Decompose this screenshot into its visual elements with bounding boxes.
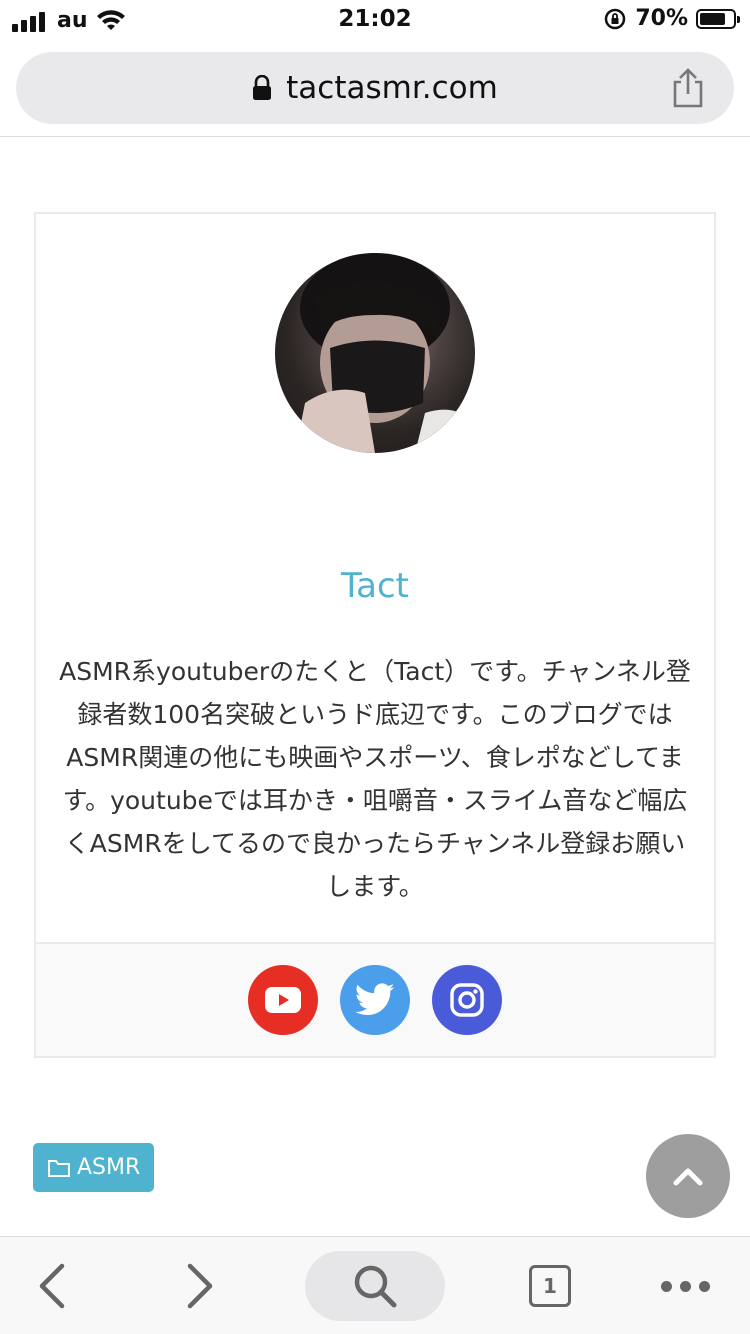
instagram-icon (450, 983, 484, 1017)
avatar (275, 253, 475, 453)
folder-icon (48, 1159, 70, 1177)
battery-icon (696, 8, 740, 29)
author-profile-card: Tact ASMR系youtuberのたくと（Tact）です。チャンネル登録者数… (34, 212, 716, 1058)
youtube-button[interactable] (248, 965, 318, 1035)
author-bio: ASMR系youtuberのたくと（Tact）です。チャンネル登録者数100名突… (59, 657, 691, 901)
chevron-up-icon (673, 1168, 703, 1186)
twitter-button[interactable] (340, 965, 410, 1035)
twitter-icon (355, 983, 395, 1015)
author-name[interactable]: Tact (36, 566, 714, 606)
rotation-lock-icon (605, 8, 626, 29)
lock-icon (253, 75, 272, 100)
scroll-to-top-button[interactable] (646, 1134, 730, 1218)
more-icon (660, 1280, 710, 1292)
tab-count: 1 (529, 1265, 571, 1307)
forward-button[interactable] (170, 1251, 230, 1321)
divider (0, 136, 750, 137)
social-links (36, 942, 714, 1056)
category-label: ASMR (77, 1155, 141, 1180)
chevron-right-icon (187, 1263, 213, 1309)
search-button[interactable] (305, 1251, 445, 1321)
url-display[interactable]: tactasmr.com (16, 52, 734, 124)
tabs-button[interactable]: 1 (520, 1251, 580, 1321)
category-tag[interactable]: ASMR (33, 1143, 155, 1192)
url-text: tactasmr.com (286, 70, 498, 106)
share-button[interactable] (668, 66, 708, 110)
status-bar-right: 70% (603, 6, 740, 31)
battery-fill (700, 12, 726, 25)
battery-percent: 70% (635, 6, 688, 31)
address-bar[interactable]: tactasmr.com (16, 52, 734, 124)
search-icon (354, 1265, 397, 1308)
back-button[interactable] (22, 1251, 82, 1321)
chevron-left-icon (39, 1263, 65, 1309)
instagram-button[interactable] (432, 965, 502, 1035)
browser-toolbar: 1 (0, 1236, 750, 1334)
youtube-icon (265, 987, 301, 1013)
avatar-image (295, 253, 475, 453)
more-menu-button[interactable] (650, 1251, 720, 1321)
status-bar: au 21:02 70% (0, 0, 750, 40)
